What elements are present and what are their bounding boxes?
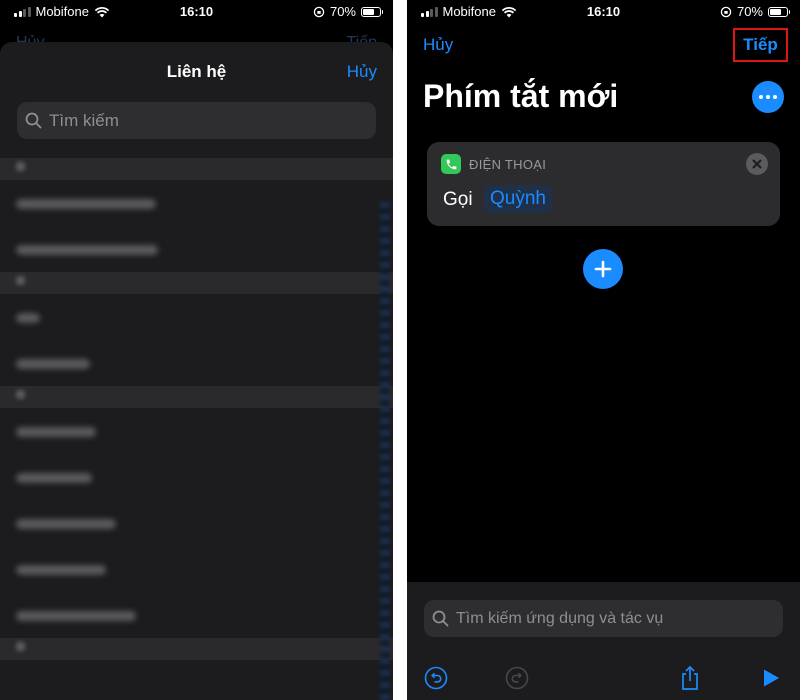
run-button[interactable]	[757, 664, 785, 692]
sheet-title: Liên hệ	[166, 62, 227, 81]
status-bar: Mobifone 16:10 70%	[407, 0, 800, 24]
plus-icon	[594, 260, 612, 278]
list-item[interactable]	[0, 340, 393, 386]
status-right-group: 70%	[313, 4, 383, 19]
list-item[interactable]	[0, 180, 393, 226]
undo-icon	[424, 666, 448, 690]
cancel-button[interactable]: Hủy	[423, 35, 453, 55]
next-button[interactable]: Tiếp	[733, 28, 788, 62]
list-item[interactable]	[0, 294, 393, 340]
more-options-button[interactable]	[752, 81, 784, 113]
share-icon	[682, 665, 698, 690]
page-title: Phím tắt mới	[423, 78, 619, 114]
action-verb: Gọi	[443, 189, 473, 210]
alphabet-index[interactable]	[380, 202, 390, 700]
section-header	[0, 272, 393, 294]
share-button[interactable]	[676, 664, 704, 692]
list-item[interactable]	[0, 454, 393, 500]
section-header	[0, 386, 393, 408]
contacts-search-placeholder: Tìm kiếm	[49, 110, 119, 130]
battery-icon	[361, 6, 383, 17]
phone-icon	[446, 159, 456, 169]
redo-icon	[505, 666, 529, 690]
search-icon	[25, 112, 42, 129]
left-phone-screen: Mobifone 16:10 70% Hủy Tiếp Liên hệ Hủy	[0, 0, 393, 700]
status-right-group: 70%	[720, 4, 790, 19]
sheet-cancel-button[interactable]: Hủy	[347, 62, 377, 82]
status-bar: Mobifone 16:10 70%	[0, 0, 393, 24]
bottom-toolbar	[407, 656, 800, 700]
action-app-name: ĐIỆN THOẠI	[469, 157, 547, 172]
app-action-search-field[interactable]: Tìm kiếm ứng dụng và tác vụ	[424, 600, 783, 637]
contacts-search-field[interactable]: Tìm kiếm	[17, 102, 376, 139]
list-item[interactable]	[0, 546, 393, 592]
undo-button[interactable]	[422, 664, 450, 692]
orientation-lock-icon	[720, 6, 732, 17]
play-icon	[764, 669, 779, 687]
contacts-sheet: Liên hệ Hủy Tìm kiếm	[0, 42, 393, 700]
ellipsis-icon	[759, 95, 763, 99]
section-header	[0, 158, 393, 180]
list-item[interactable]	[0, 500, 393, 546]
right-phone-screen: Mobifone 16:10 70% Hủy Tiếp Phím tắt mới	[407, 0, 800, 700]
close-icon	[752, 159, 762, 169]
next-button-label: Tiếp	[743, 35, 778, 54]
phone-app-icon	[441, 154, 461, 174]
list-item[interactable]	[0, 592, 393, 638]
list-item[interactable]	[0, 226, 393, 272]
orientation-lock-icon	[313, 6, 325, 17]
battery-icon	[768, 6, 790, 17]
add-action-button[interactable]	[583, 249, 623, 289]
action-card[interactable]: ĐIỆN THOẠI Gọi Quỳnh	[427, 142, 780, 226]
section-header	[0, 638, 393, 660]
list-item[interactable]	[0, 408, 393, 454]
remove-action-button[interactable]	[746, 153, 768, 175]
contacts-list	[0, 158, 393, 700]
search-icon	[432, 610, 449, 627]
redo-button[interactable]	[503, 664, 531, 692]
action-search-panel: Tìm kiếm ứng dụng và tác vụ	[407, 582, 800, 700]
battery-percent: 70%	[329, 4, 356, 19]
contact-token[interactable]: Quỳnh	[484, 185, 552, 213]
battery-percent: 70%	[736, 4, 763, 19]
app-action-search-placeholder: Tìm kiếm ứng dụng và tác vụ	[456, 609, 664, 627]
